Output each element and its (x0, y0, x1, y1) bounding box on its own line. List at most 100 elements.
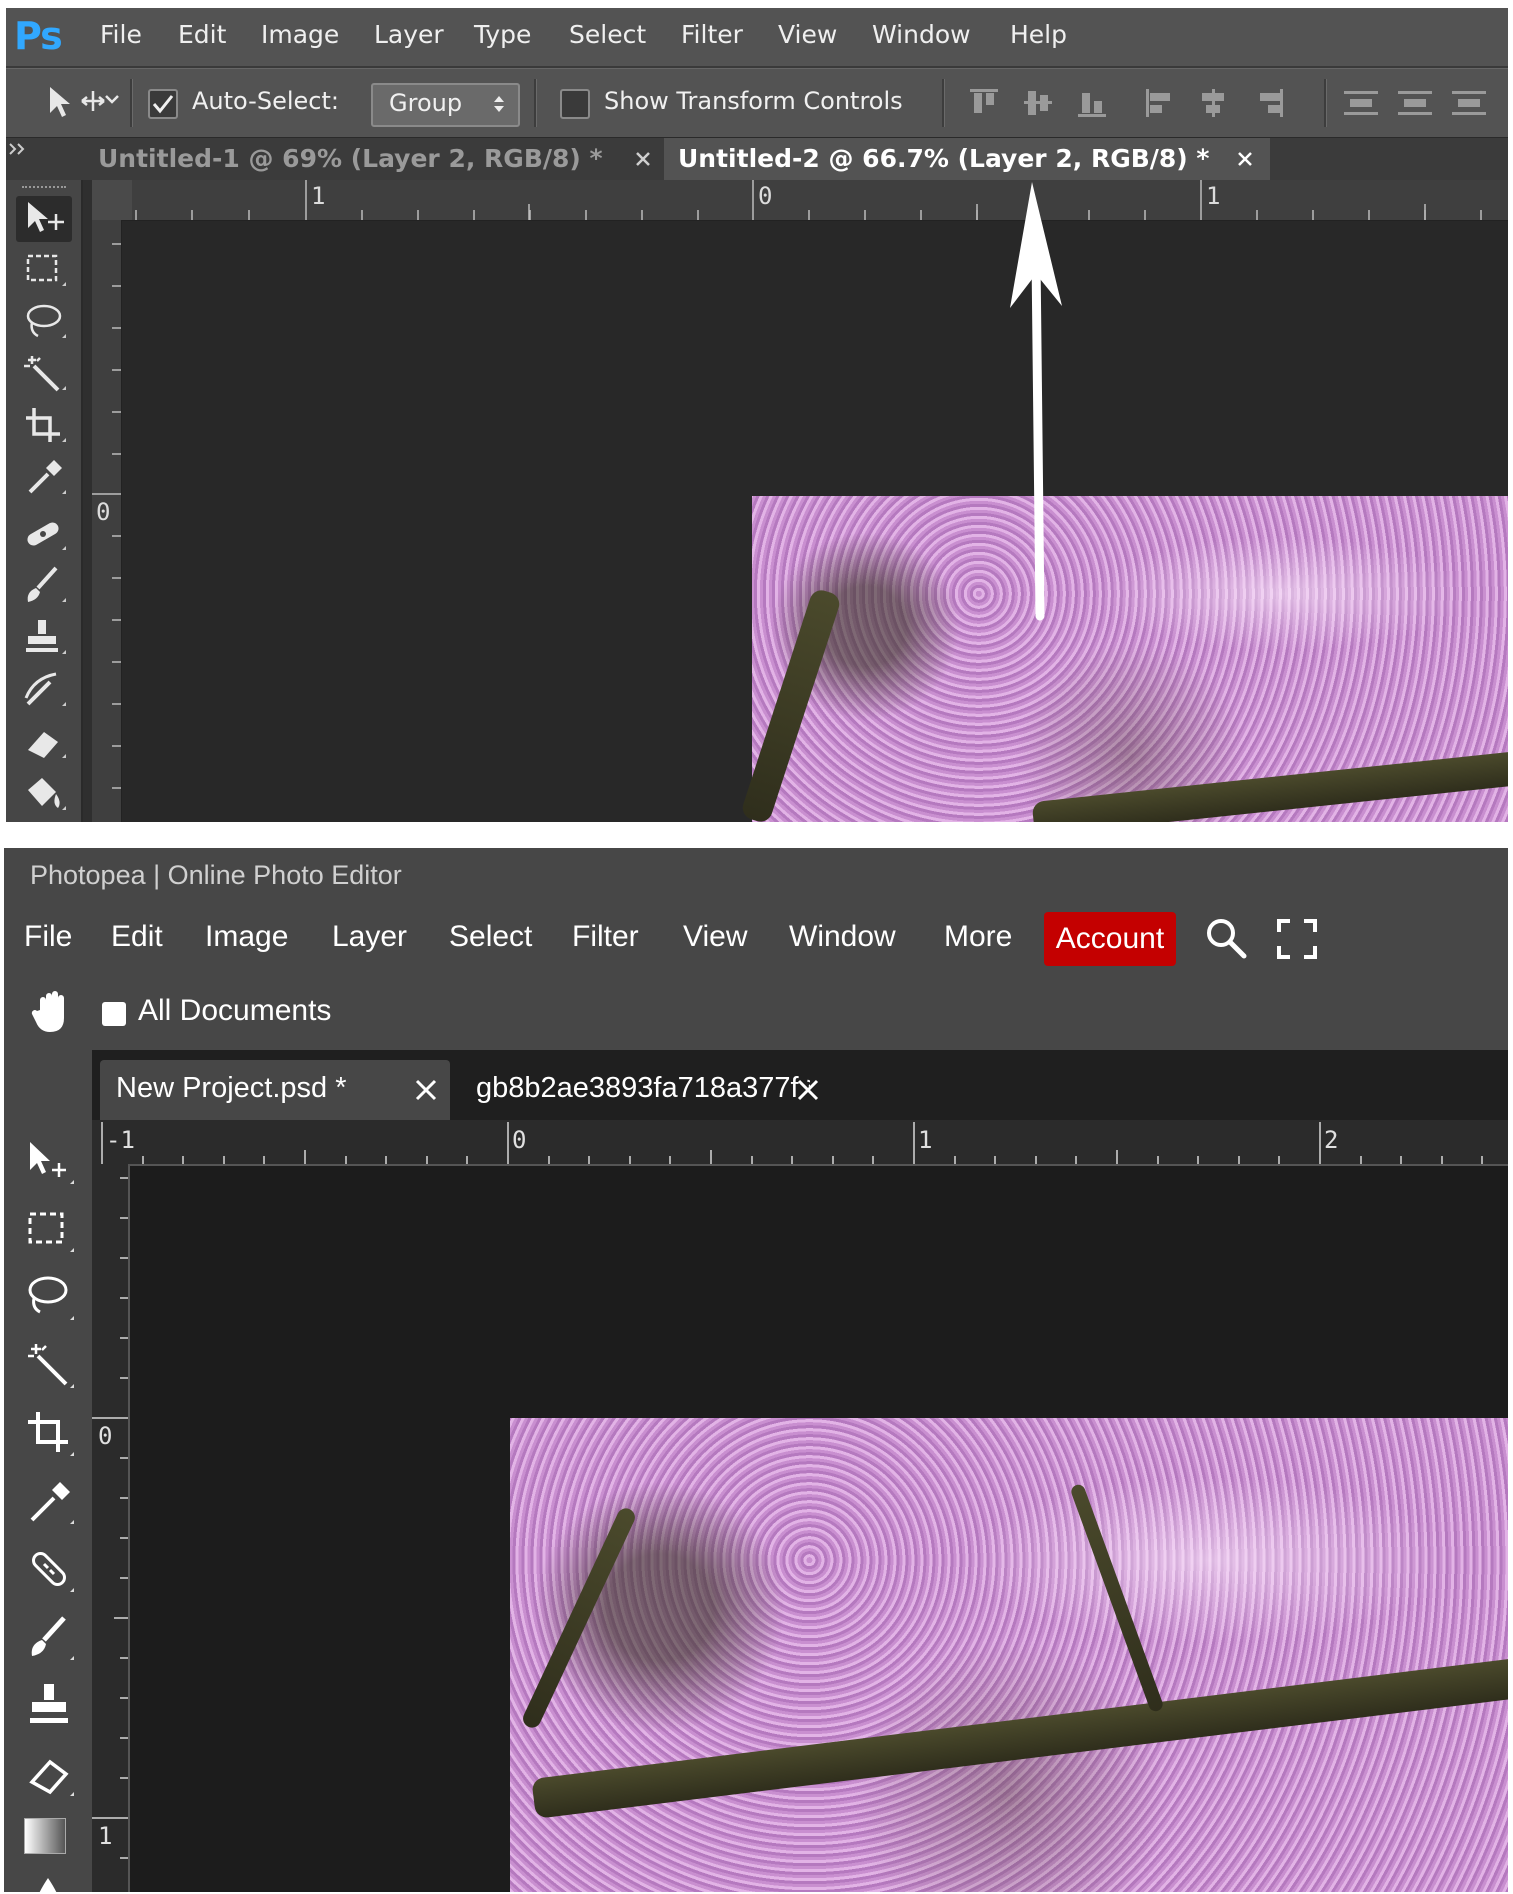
document-canvas[interactable] (130, 1166, 1508, 1892)
tab-image[interactable]: gb8b2ae3893fa718a377f * (458, 1060, 830, 1120)
tab-label: Untitled-1 @ 69% (Layer 2, RGB/8) * (98, 144, 603, 173)
ruler-label: 0 (758, 182, 773, 210)
ruler-label: 1 (1206, 182, 1221, 210)
tree-branch (1031, 749, 1508, 822)
menu-layer[interactable]: Layer (374, 20, 444, 49)
eraser-icon[interactable] (20, 720, 68, 764)
ruler-ticks (92, 1177, 128, 1859)
gradient-tool-icon[interactable] (24, 1818, 66, 1854)
menu-window[interactable]: Window (789, 920, 896, 954)
brush-tool-icon[interactable] (24, 1612, 76, 1664)
clone-stamp-icon[interactable] (24, 1680, 76, 1732)
menu-edit[interactable]: Edit (111, 920, 163, 954)
menu-view[interactable]: View (683, 920, 747, 954)
close-icon[interactable] (414, 1078, 438, 1102)
ruler-label: -1 (106, 1126, 135, 1154)
tree-branch (531, 1657, 1508, 1819)
options-bar: All Documents (4, 976, 1508, 1050)
menu-view[interactable]: View (778, 20, 837, 49)
tab-untitled-1[interactable]: Untitled-1 @ 69% (Layer 2, RGB/8) * (98, 138, 656, 180)
crop-tool-icon[interactable] (20, 404, 68, 448)
menu-help[interactable]: Help (1010, 20, 1067, 49)
divider (942, 79, 945, 127)
chevron-down-icon[interactable] (104, 91, 120, 107)
menu-layer[interactable]: Layer (332, 920, 407, 954)
paint-bucket-icon[interactable] (20, 772, 68, 816)
menu-image[interactable]: Image (205, 920, 288, 954)
menu-filter[interactable]: Filter (572, 920, 639, 954)
document-canvas[interactable] (122, 221, 1508, 822)
ruler-label: 2 (1324, 1126, 1339, 1154)
title-bar: Photopea | Online Photo Editor (4, 848, 1508, 902)
hand-tool-icon[interactable] (30, 988, 74, 1034)
menu-file[interactable]: File (24, 920, 72, 954)
brush-tool-icon[interactable] (20, 564, 68, 608)
align-buttons-group (970, 89, 1283, 117)
divider (534, 79, 537, 127)
close-icon[interactable] (1236, 150, 1254, 168)
ruler-corner[interactable] (92, 180, 132, 220)
healing-brush-icon[interactable] (24, 1544, 76, 1596)
auto-select-dropdown[interactable]: Group (371, 83, 520, 127)
tree-branch (739, 587, 843, 822)
menu-image[interactable]: Image (261, 20, 339, 49)
auto-select-label: Auto-Select: (192, 87, 339, 115)
options-bar: Auto-Select: Group Show Transform Contro… (6, 68, 1508, 139)
all-documents-checkbox[interactable] (102, 1002, 126, 1026)
search-icon[interactable] (1204, 916, 1248, 960)
ruler-label: 0 (512, 1126, 527, 1154)
fullscreen-icon[interactable] (1276, 918, 1318, 960)
updown-arrows-icon (494, 96, 504, 112)
horizontal-ruler: 1 0 1 (121, 180, 1508, 221)
menu-filter[interactable]: Filter (681, 20, 743, 49)
magic-wand-icon[interactable] (24, 1340, 76, 1392)
tab-label: gb8b2ae3893fa718a377f * (476, 1072, 810, 1104)
expand-panel-icon[interactable] (8, 142, 28, 156)
ruler-label: 1 (918, 1126, 933, 1154)
account-button[interactable]: Account (1044, 912, 1176, 966)
divider (1324, 79, 1327, 127)
eyedropper-icon[interactable] (24, 1476, 76, 1528)
marquee-tool-icon[interactable] (20, 248, 68, 292)
ruler-ticks (101, 1122, 1483, 1164)
distribute-buttons-group (1344, 91, 1486, 115)
tab-untitled-2[interactable]: Untitled-2 @ 66.7% (Layer 2, RGB/8) * (664, 138, 1270, 180)
blur-tool-icon[interactable] (24, 1872, 76, 1892)
menu-edit[interactable]: Edit (178, 20, 226, 49)
auto-select-value: Group (389, 89, 463, 117)
close-icon[interactable] (796, 1078, 820, 1102)
lasso-tool-icon[interactable] (24, 1272, 76, 1324)
move-tool-icon[interactable] (24, 1136, 76, 1188)
tab-label: Untitled-2 @ 66.7% (Layer 2, RGB/8) * (678, 144, 1210, 173)
eyedropper-icon[interactable] (20, 456, 68, 500)
menu-window[interactable]: Window (872, 20, 971, 49)
history-brush-icon[interactable] (20, 668, 68, 712)
menu-file[interactable]: File (100, 20, 142, 49)
menu-type[interactable]: Type (474, 20, 531, 49)
horizontal-ruler: -1 0 1 2 (92, 1120, 1508, 1166)
eraser-icon[interactable] (24, 1748, 76, 1800)
crop-tool-icon[interactable] (24, 1408, 76, 1460)
tree-branch (520, 1505, 638, 1731)
move-tool-icon[interactable] (20, 196, 68, 240)
close-icon[interactable] (634, 150, 652, 168)
show-transform-checkbox[interactable] (560, 89, 590, 119)
auto-select-checkbox[interactable] (148, 89, 178, 119)
clone-stamp-icon[interactable] (20, 616, 68, 660)
divider (130, 79, 133, 127)
magic-wand-icon[interactable] (20, 352, 68, 396)
marquee-tool-icon[interactable] (24, 1204, 76, 1256)
cherry-blossom-image (739, 496, 1508, 822)
healing-brush-icon[interactable] (20, 512, 68, 556)
tools-panel (4, 1050, 92, 1892)
ruler-label: 1 (311, 182, 326, 210)
menu-select[interactable]: Select (569, 20, 646, 49)
tab-new-project[interactable]: New Project.psd * (100, 1060, 450, 1120)
menu-select[interactable]: Select (449, 920, 532, 954)
panel-grip[interactable] (22, 186, 66, 192)
lasso-tool-icon[interactable] (20, 300, 68, 344)
menu-more[interactable]: More (944, 920, 1012, 954)
checkmark-icon (152, 95, 174, 114)
document-tab-bar: Untitled-1 @ 69% (Layer 2, RGB/8) * Unti… (6, 138, 1508, 180)
show-transform-label: Show Transform Controls (604, 87, 903, 115)
